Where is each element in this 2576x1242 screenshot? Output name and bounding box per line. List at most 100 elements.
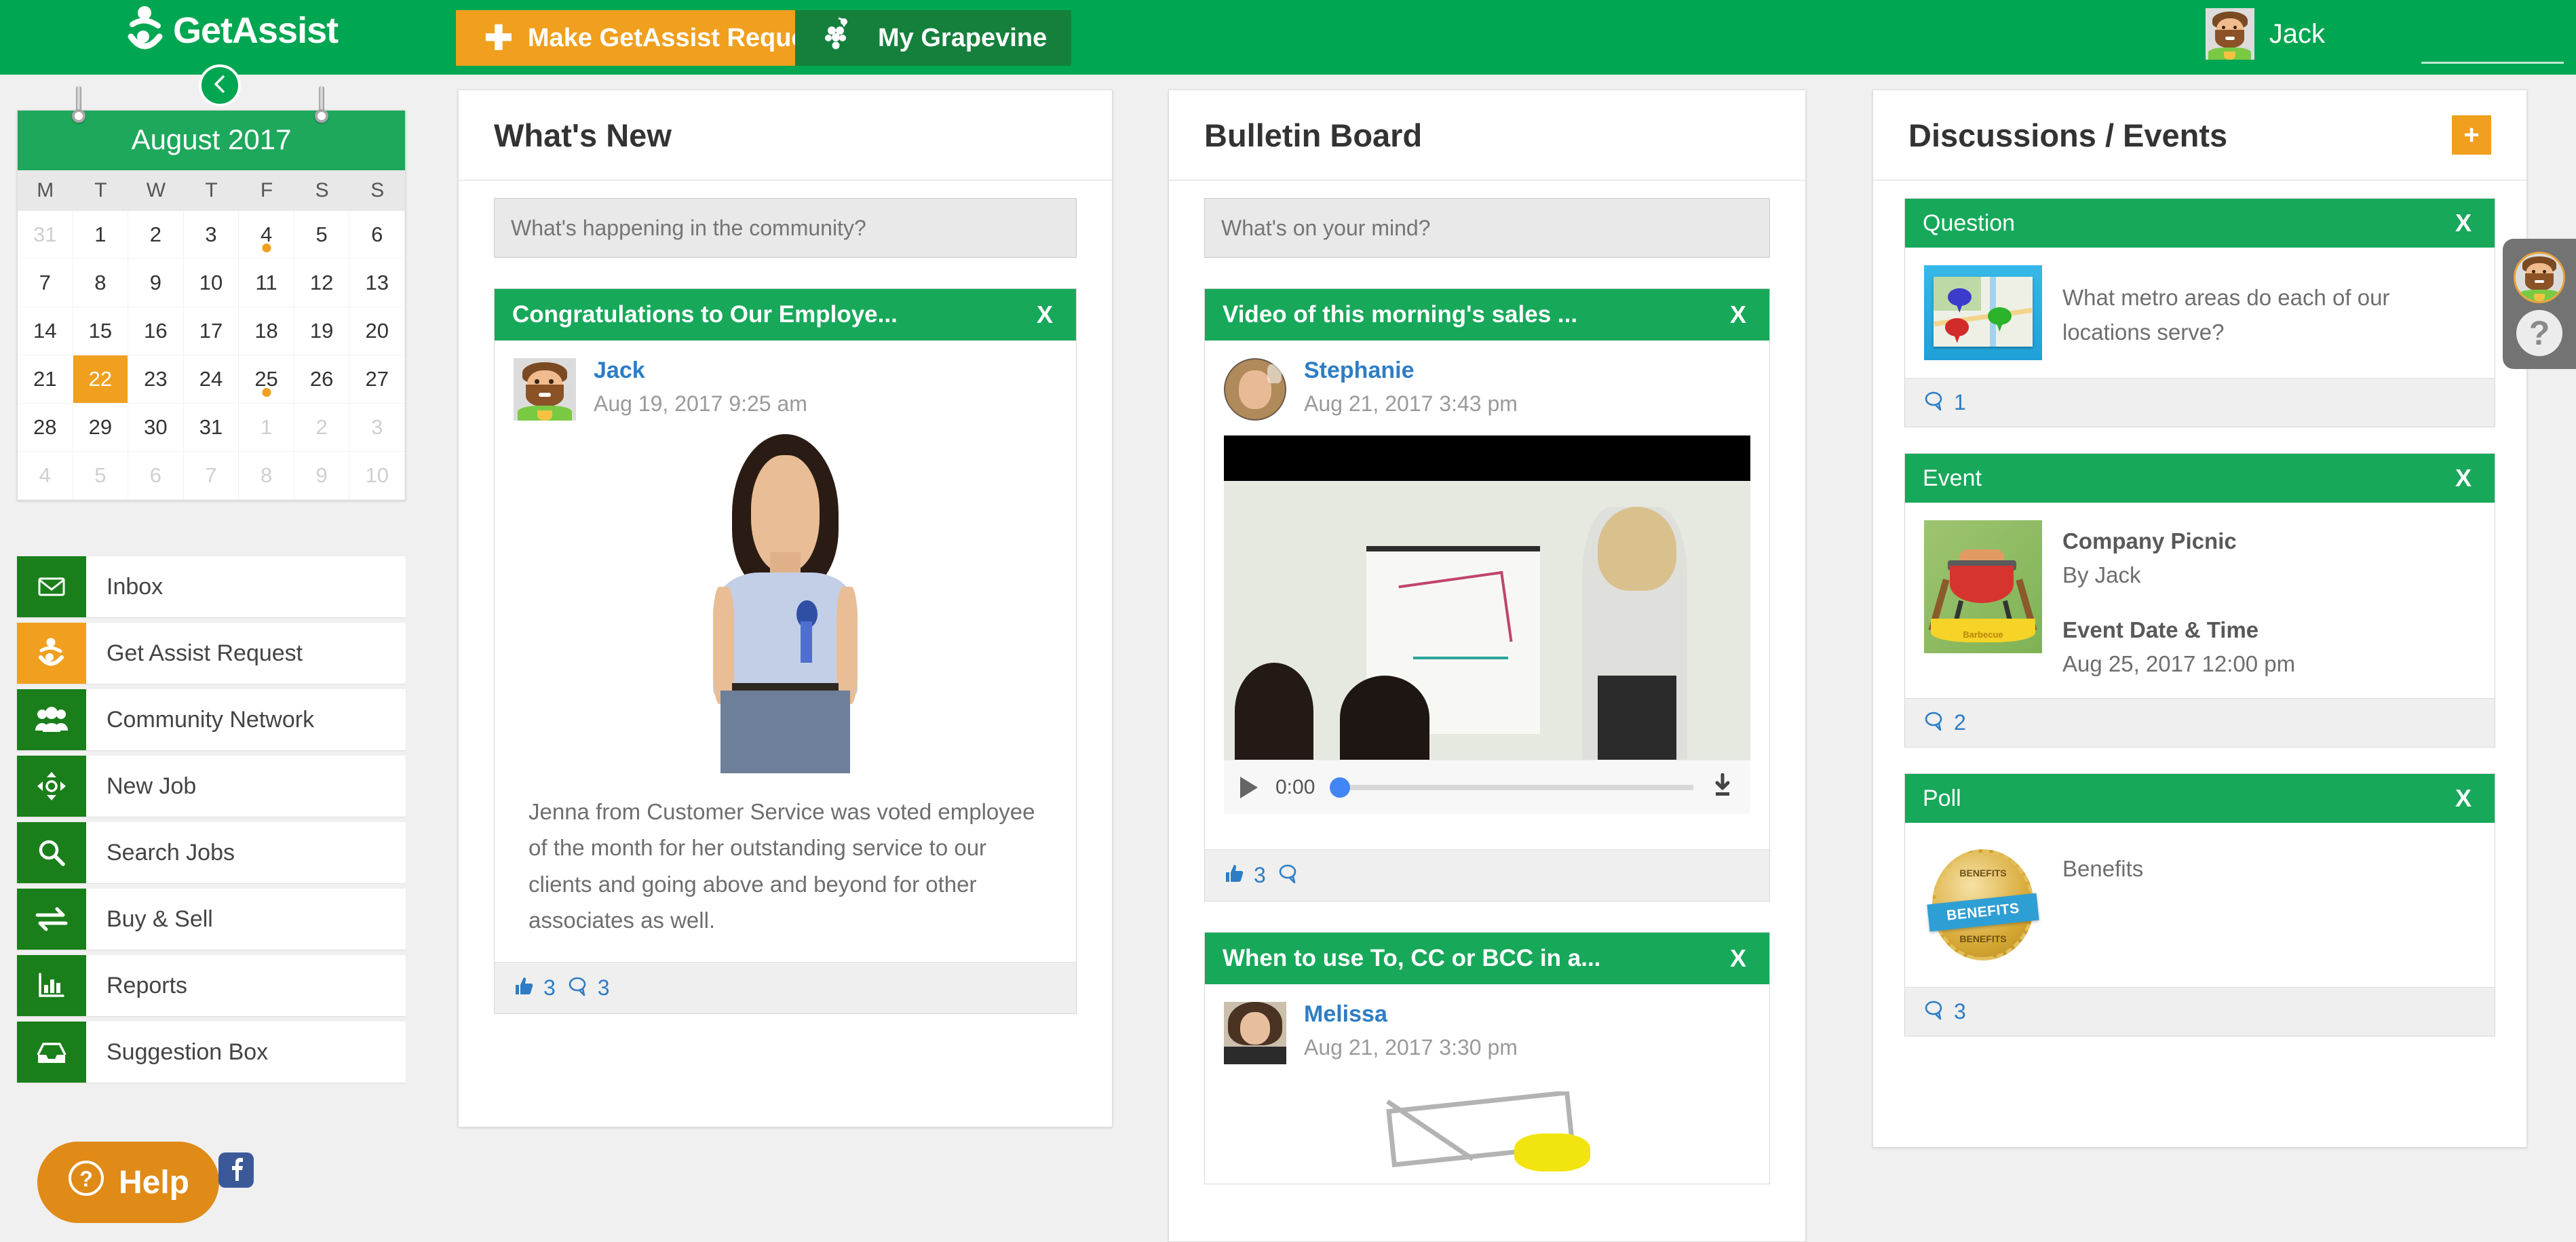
- calendar-day-cell[interactable]: 30: [128, 404, 184, 452]
- whats-new-title: What's New: [494, 117, 672, 153]
- calendar-day-cell[interactable]: 7: [183, 452, 239, 500]
- calendar-day-cell[interactable]: 18: [239, 307, 294, 355]
- calendar-day-cell[interactable]: 1: [73, 211, 129, 259]
- sidebar-item-community-network[interactable]: Community Network: [17, 689, 406, 750]
- post-author-link[interactable]: Melissa: [1304, 1001, 1518, 1027]
- calendar-day-cell[interactable]: 10: [183, 259, 239, 307]
- calendar-day-cell[interactable]: 2: [128, 211, 184, 259]
- close-icon[interactable]: X: [2450, 464, 2477, 492]
- sidebar-item-get-assist-request[interactable]: Get Assist Request: [17, 623, 406, 684]
- calendar-day-cell[interactable]: 26: [294, 355, 350, 404]
- comment-count: 1: [1954, 390, 1966, 414]
- barbecue-thumbnail-icon: Barbecue: [1924, 520, 2042, 653]
- comment-count: 3: [597, 975, 610, 1000]
- calendar-day-cell[interactable]: 8: [239, 452, 294, 500]
- close-icon[interactable]: X: [2450, 784, 2477, 813]
- calendar-day-cell[interactable]: 27: [349, 355, 405, 404]
- calendar-day-cell[interactable]: 1: [239, 404, 294, 452]
- calendar-day-cell[interactable]: 3: [349, 404, 405, 452]
- calendar-day-cell[interactable]: 9: [294, 452, 350, 500]
- close-icon[interactable]: X: [1031, 300, 1058, 329]
- close-icon[interactable]: X: [2450, 209, 2477, 237]
- comment-stat[interactable]: 2: [1924, 710, 1966, 735]
- thumbs-up-icon: [514, 976, 535, 1000]
- help-button[interactable]: ? Help: [37, 1142, 219, 1223]
- like-stat[interactable]: 3: [514, 975, 556, 1001]
- add-discussion-button[interactable]: +: [2452, 115, 2491, 155]
- grapes-icon: [820, 16, 855, 60]
- calendar-day-cell[interactable]: 22: [73, 355, 129, 404]
- calendar-day-cell[interactable]: 7: [18, 259, 73, 307]
- calendar-day-cell[interactable]: 24: [183, 355, 239, 404]
- calendar-day-cell[interactable]: 4: [239, 211, 294, 259]
- calendar-day-cell[interactable]: 3: [183, 211, 239, 259]
- calendar-day-number: 22: [88, 367, 113, 391]
- calendar-day-cell[interactable]: 6: [349, 211, 405, 259]
- play-icon[interactable]: [1240, 776, 1258, 798]
- calendar-day-grid[interactable]: 31 1 2 3 4 5 6 7 8 9 10 11 12 13 14 15 16 17 18 19 20 21 22 23 2…: [18, 211, 405, 500]
- comment-stat[interactable]: 1: [1924, 390, 1966, 415]
- comment-stat[interactable]: 3: [568, 975, 610, 1001]
- calendar-day-cell[interactable]: 31: [18, 211, 73, 259]
- calendar-widget[interactable]: August 2017 MTWTFSS 31 1 2 3 4 5 6 7 8 9 10 11 12 13 1…: [17, 86, 406, 501]
- calendar-day-cell[interactable]: 17: [183, 307, 239, 355]
- calendar-day-cell[interactable]: 20: [349, 307, 405, 355]
- help-question-icon[interactable]: ?: [2516, 310, 2562, 356]
- calendar-day-number: 12: [309, 271, 334, 294]
- calendar-day-cell[interactable]: 5: [73, 452, 129, 500]
- user-profile-menu[interactable]: Jack: [2205, 8, 2325, 60]
- sidebar-collapse-button[interactable]: [199, 64, 241, 106]
- calendar-day-cell[interactable]: 10: [349, 452, 405, 500]
- sidebar-item-reports[interactable]: Reports: [17, 955, 406, 1016]
- calendar-day-cell[interactable]: 15: [73, 307, 129, 355]
- calendar-day-cell[interactable]: 23: [128, 355, 184, 404]
- calendar-day-cell[interactable]: 4: [18, 452, 73, 500]
- sidebar-item-search-jobs[interactable]: Search Jobs: [17, 822, 406, 883]
- close-icon[interactable]: X: [1725, 944, 1752, 973]
- calendar-day-number: 7: [205, 463, 217, 487]
- calendar-day-cell[interactable]: 28: [18, 404, 73, 452]
- calendar-day-cell[interactable]: 14: [18, 307, 73, 355]
- my-grapevine-button[interactable]: My Grapevine: [795, 10, 1072, 66]
- calendar-day-number: 2: [315, 415, 328, 439]
- calendar-day-cell[interactable]: 12: [294, 259, 350, 307]
- like-stat[interactable]: 3: [1224, 863, 1266, 888]
- sidebar-item-inbox[interactable]: Inbox: [17, 556, 406, 617]
- calendar-day-cell[interactable]: 29: [73, 404, 129, 452]
- calendar-day-cell[interactable]: 31: [183, 404, 239, 452]
- assist-avatar-button[interactable]: [2514, 252, 2565, 303]
- facebook-button[interactable]: [218, 1152, 254, 1188]
- badge-bottom-text: BENEFITS: [1959, 933, 2007, 945]
- calendar-day-number: 24: [199, 367, 223, 391]
- download-icon[interactable]: [1711, 773, 1734, 801]
- sidebar-item-buy-sell[interactable]: Buy & Sell: [17, 889, 406, 950]
- sidebar-item-new-job[interactable]: New Job: [17, 756, 406, 817]
- calendar-dow-4: F: [260, 179, 273, 201]
- post-author-link[interactable]: Stephanie: [1304, 357, 1518, 383]
- calendar-day-cell[interactable]: 8: [73, 259, 129, 307]
- calendar-day-cell[interactable]: 16: [128, 307, 184, 355]
- comment-count: 3: [1954, 999, 1966, 1024]
- top-header-bar: GetAssist ✚ Make GetAssist Request My Gr…: [0, 0, 2576, 75]
- calendar-day-cell[interactable]: 5: [294, 211, 350, 259]
- whats-new-composer-input[interactable]: [494, 198, 1077, 258]
- post-author-link[interactable]: Jack: [594, 357, 807, 383]
- calendar-day-cell[interactable]: 19: [294, 307, 350, 355]
- calendar-day-cell[interactable]: 21: [18, 355, 73, 404]
- comment-stat[interactable]: [1278, 863, 1300, 887]
- calendar-day-cell[interactable]: 25: [239, 355, 294, 404]
- calendar-day-cell[interactable]: 2: [294, 404, 350, 452]
- video-seek-slider[interactable]: [1330, 777, 1693, 798]
- close-icon[interactable]: X: [1725, 300, 1752, 329]
- calendar-day-cell[interactable]: 11: [239, 259, 294, 307]
- video-player-thumbnail[interactable]: [1224, 435, 1750, 760]
- app-logo[interactable]: GetAssist: [126, 5, 339, 56]
- bulletin-composer-input[interactable]: [1204, 198, 1770, 258]
- comment-stat[interactable]: 3: [1924, 999, 1966, 1024]
- calendar-day-cell[interactable]: 9: [128, 259, 184, 307]
- calendar-day-cell[interactable]: 13: [349, 259, 405, 307]
- calendar-day-cell[interactable]: 6: [128, 452, 184, 500]
- calendar-day-number: 31: [199, 415, 223, 439]
- plus-icon: ✚: [484, 19, 513, 57]
- sidebar-item-suggestion-box[interactable]: Suggestion Box: [17, 1022, 406, 1083]
